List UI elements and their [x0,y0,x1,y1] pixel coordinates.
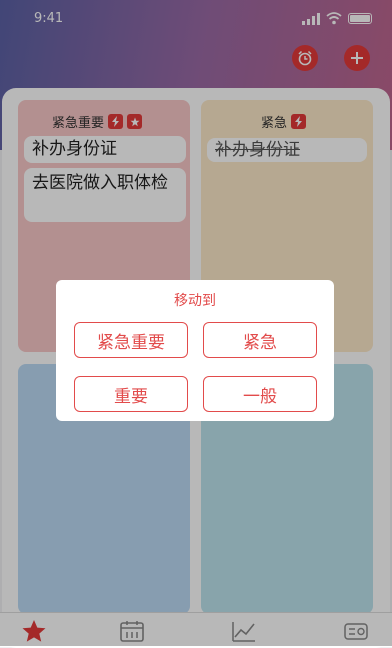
option-urgent-button[interactable]: 紧急 [203,322,317,358]
option-urgent-important-button[interactable]: 紧急重要 [74,322,188,358]
option-important-button[interactable]: 重要 [74,376,188,412]
move-to-dialog: 移动到 紧急重要 紧急 重要 一般 [56,280,334,421]
option-normal-button[interactable]: 一般 [203,376,317,412]
dialog-title: 移动到 [174,293,216,309]
